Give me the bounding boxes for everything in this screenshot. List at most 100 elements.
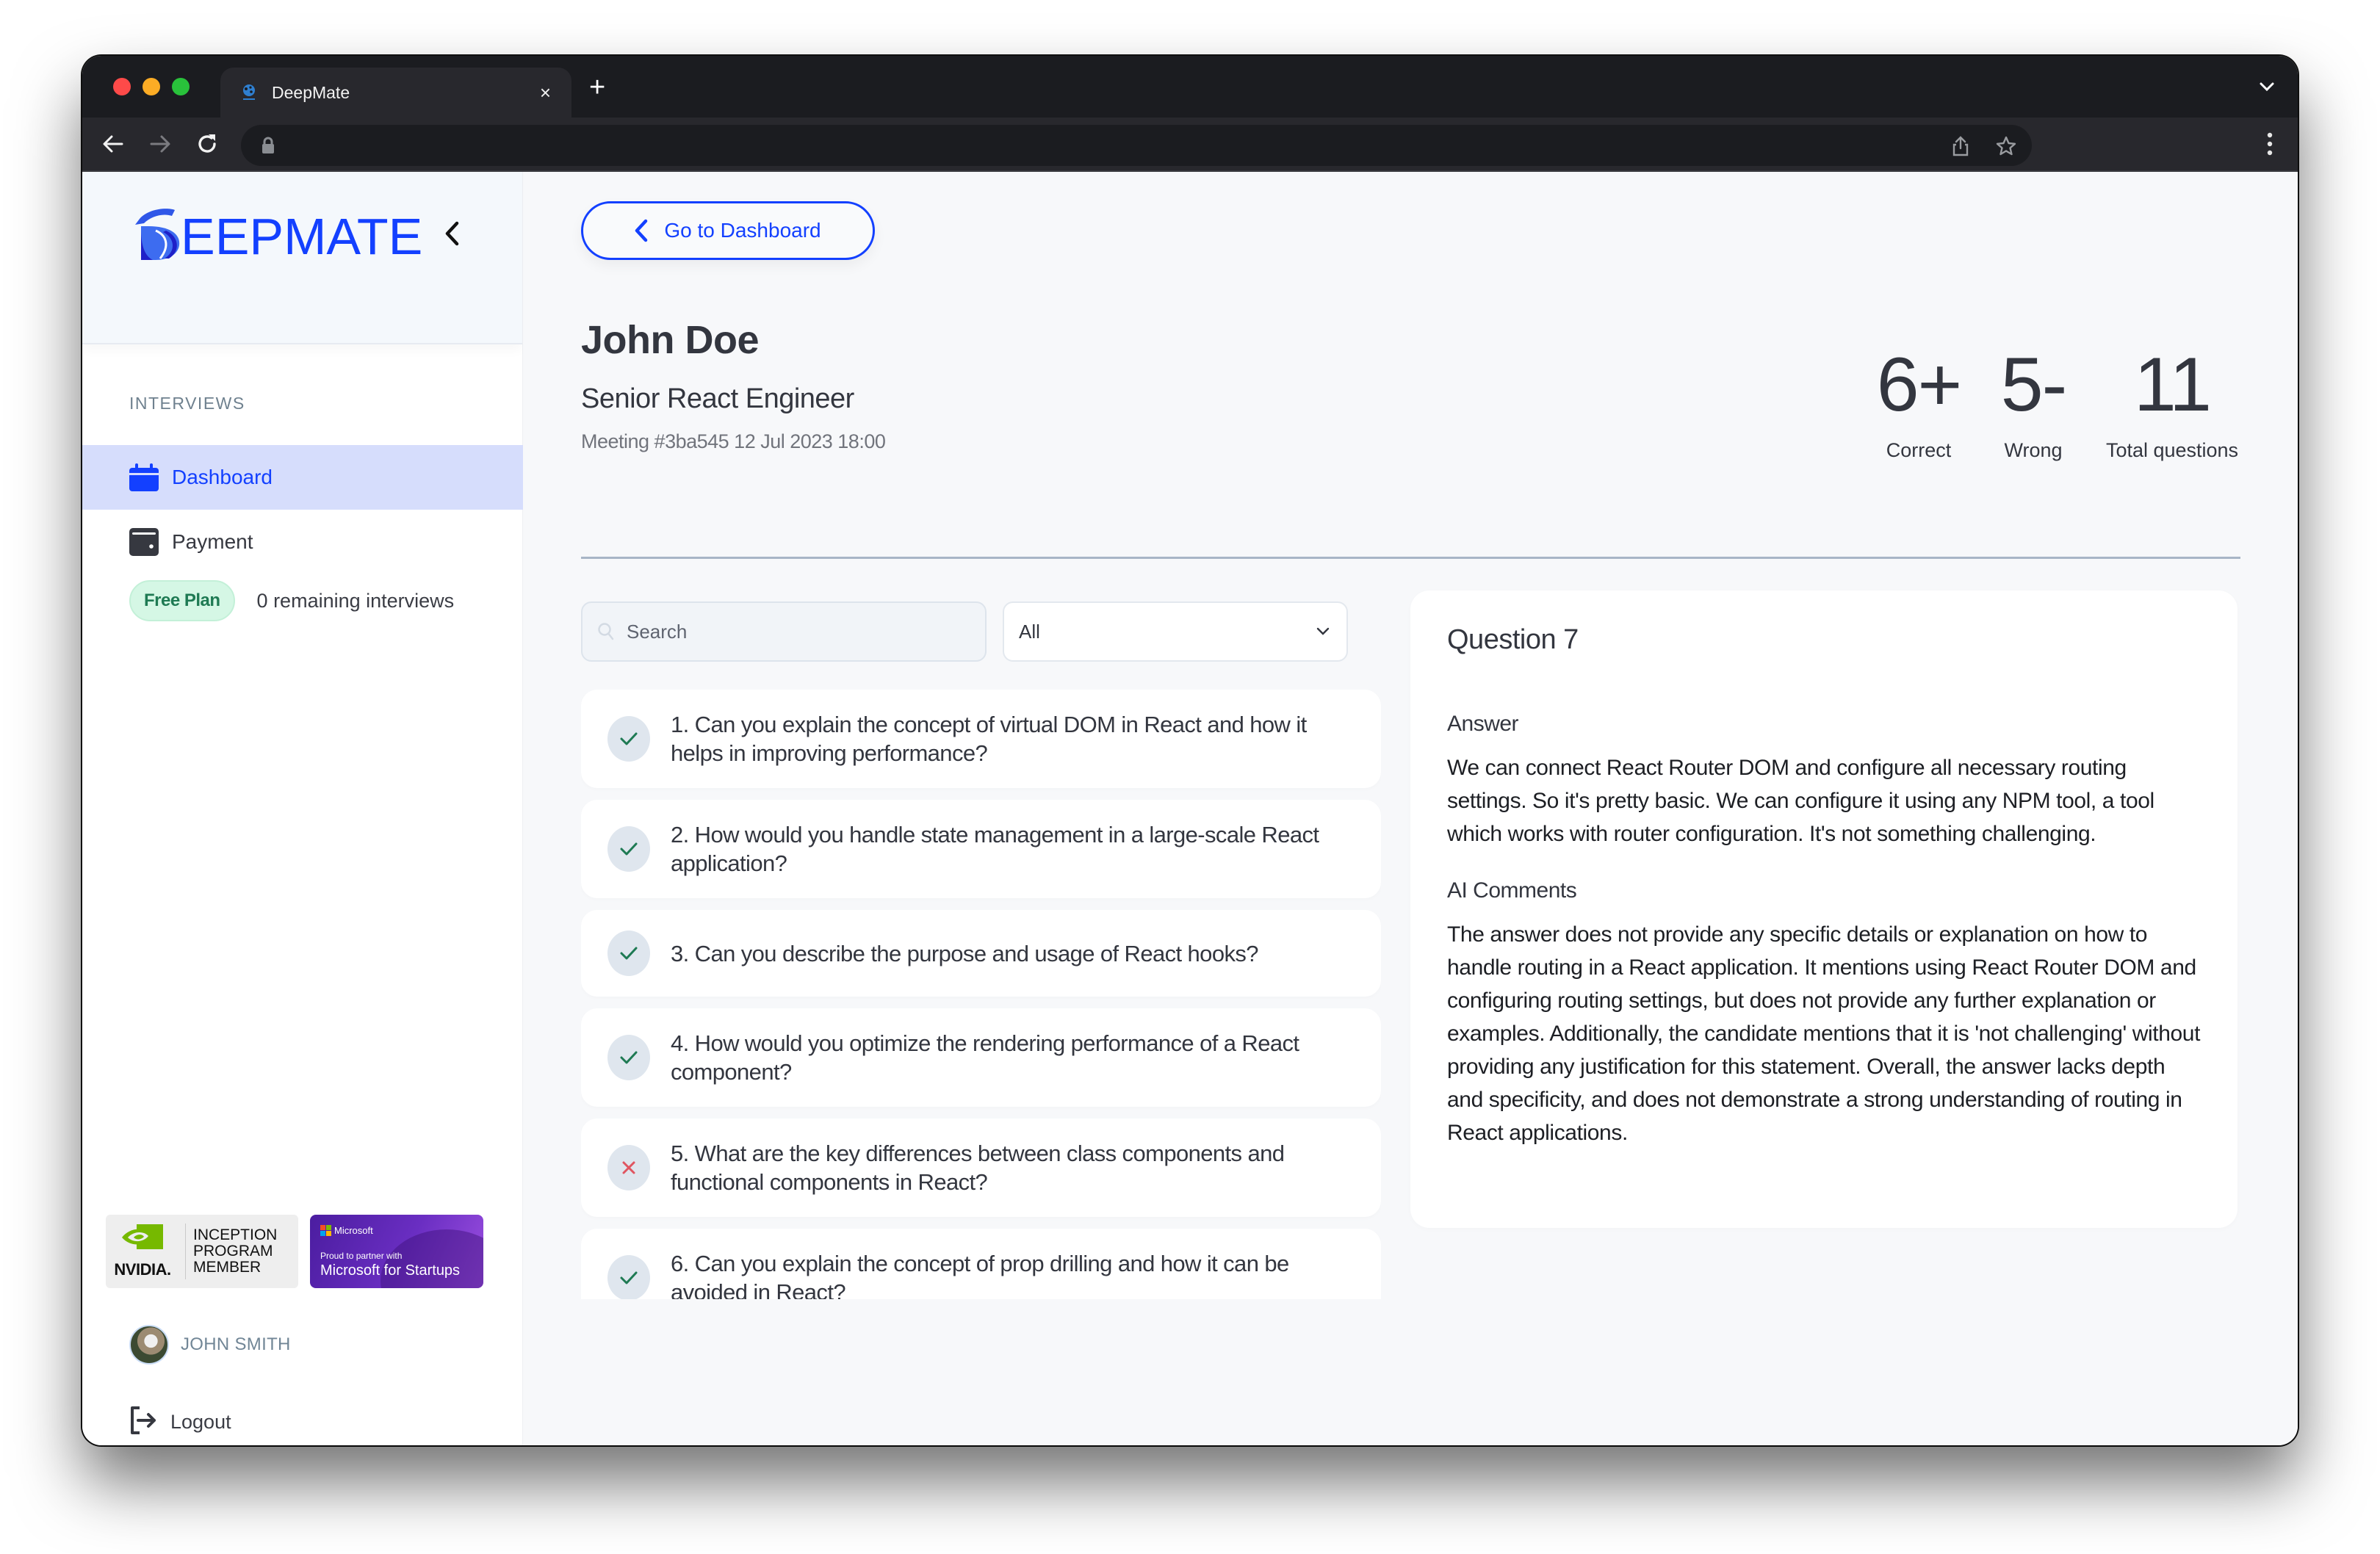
question-detail-title: Question 7 bbox=[1447, 624, 1579, 655]
chevron-down-icon bbox=[1316, 627, 1330, 635]
sidebar-item-payment[interactable]: Payment bbox=[82, 510, 523, 574]
check-icon bbox=[607, 1255, 650, 1299]
ai-comments-text: The answer does not provide any specific… bbox=[1447, 922, 2201, 1145]
stat-label: Wrong bbox=[2004, 439, 2063, 461]
browser-toolbar bbox=[82, 118, 2298, 172]
collapse-sidebar-chevron-icon[interactable] bbox=[441, 217, 463, 250]
sidebar-header: EEPMATE bbox=[82, 172, 522, 344]
stat-correct: 6+ Correct bbox=[1863, 347, 1975, 462]
remaining-interviews-text: 0 remaining interviews bbox=[256, 589, 455, 612]
tab-bar: DeepMate × + bbox=[82, 56, 2298, 118]
share-icon[interactable] bbox=[1950, 135, 1972, 157]
sidebar-item-label: Dashboard bbox=[172, 466, 273, 488]
question-text: 1. Can you explain the concept of virtua… bbox=[671, 712, 1307, 766]
question-text: 2. How would you handle state management… bbox=[671, 822, 1319, 876]
question-item[interactable]: 2. How would you handle state management… bbox=[581, 800, 1381, 898]
question-text: 6. Can you explain the concept of prop d… bbox=[671, 1251, 1289, 1299]
filter-selected-value: All bbox=[1019, 620, 1040, 643]
question-item[interactable]: 3. Can you describe the purpose and usag… bbox=[581, 910, 1381, 997]
sidebar-item-dashboard[interactable]: Dashboard bbox=[82, 445, 523, 510]
nvidia-eye-icon bbox=[122, 1224, 163, 1257]
deepmate-favicon-icon bbox=[241, 83, 257, 102]
user-name: JOHN SMITH bbox=[181, 1334, 291, 1354]
question-detail-panel: Question 7 Answer We can connect React R… bbox=[1410, 590, 2237, 1228]
search-field[interactable] bbox=[581, 601, 987, 662]
check-icon bbox=[607, 1035, 650, 1080]
sidebar-item-label: Payment bbox=[172, 530, 253, 553]
new-tab-button[interactable]: + bbox=[589, 73, 605, 101]
microsoft-startups-badge: Microsoft Proud to partner with Microsof… bbox=[310, 1215, 483, 1288]
maximize-window-button[interactable] bbox=[172, 78, 190, 95]
question-text: 5. What are the key differences between … bbox=[671, 1141, 1285, 1195]
minimize-window-button[interactable] bbox=[143, 78, 160, 95]
go-to-dashboard-label: Go to Dashboard bbox=[664, 219, 821, 242]
answer-heading: Answer bbox=[1447, 712, 1519, 736]
logout-button[interactable]: Logout bbox=[129, 1406, 231, 1439]
free-plan-badge[interactable]: Free Plan bbox=[129, 580, 235, 621]
lock-icon bbox=[262, 137, 275, 154]
chevron-left-icon bbox=[635, 219, 648, 242]
sidebar: EEPMATE INTERVIEWS Dashboard Payment Fre… bbox=[82, 172, 523, 1445]
score-stats: 6+ Correct 5- Wrong 11 Total questions bbox=[1863, 347, 2240, 462]
stat-label: Correct bbox=[1886, 439, 1952, 461]
go-to-dashboard-button[interactable]: Go to Dashboard bbox=[581, 201, 875, 260]
question-item[interactable]: 6. Can you explain the concept of prop d… bbox=[581, 1229, 1381, 1299]
nvidia-separator bbox=[185, 1224, 186, 1279]
candidate-role: Senior React Engineer bbox=[581, 383, 854, 414]
nvidia-wordmark: NVIDIA. bbox=[114, 1260, 171, 1279]
header-divider bbox=[581, 557, 2240, 559]
stat-total: 11 Total questions bbox=[2104, 347, 2240, 462]
stat-value: 5- bbox=[2000, 342, 2067, 427]
check-icon bbox=[607, 716, 650, 762]
app: EEPMATE INTERVIEWS Dashboard Payment Fre… bbox=[82, 172, 2298, 1445]
forward-arrow-icon[interactable] bbox=[147, 131, 173, 157]
back-arrow-icon[interactable] bbox=[100, 131, 126, 157]
dolphin-logo-icon bbox=[134, 209, 182, 264]
wallet-icon bbox=[129, 528, 159, 556]
deepmate-logo[interactable]: EEPMATE bbox=[134, 209, 422, 264]
close-window-button[interactable] bbox=[113, 78, 131, 95]
question-item[interactable]: 4. How would you optimize the rendering … bbox=[581, 1008, 1381, 1107]
tab-search-chevron-icon[interactable] bbox=[2257, 76, 2277, 97]
reload-icon[interactable] bbox=[194, 131, 220, 157]
stat-value: 11 bbox=[2134, 342, 2212, 427]
question-text: 3. Can you describe the purpose and usag… bbox=[671, 940, 1259, 966]
cross-icon bbox=[607, 1145, 650, 1190]
meeting-meta: Meeting #3ba545 12 Jul 2023 18:00 bbox=[581, 430, 886, 452]
microsoft-title: Microsoft for Startups bbox=[320, 1262, 461, 1279]
browser-window: DeepMate × + EEPMATE INTERVIEWS Dashboar… bbox=[82, 56, 2298, 1445]
question-text: 4. How would you optimize the rendering … bbox=[671, 1030, 1299, 1085]
address-bar[interactable] bbox=[241, 125, 2032, 166]
logout-icon bbox=[129, 1406, 159, 1439]
search-icon bbox=[598, 623, 614, 640]
answer-text: We can connect React Router DOM and conf… bbox=[1447, 756, 2154, 846]
question-item[interactable]: 5. What are the key differences between … bbox=[581, 1118, 1381, 1217]
tab-title: DeepMate bbox=[272, 82, 350, 102]
candidate-name: John Doe bbox=[581, 318, 760, 362]
check-icon bbox=[607, 930, 650, 976]
ai-comments-heading: AI Comments bbox=[1447, 878, 1577, 903]
avatar bbox=[129, 1325, 169, 1365]
question-item[interactable]: 1. Can you explain the concept of virtua… bbox=[581, 690, 1381, 788]
section-label-interviews: INTERVIEWS bbox=[129, 394, 245, 413]
logo-text: EEPMATE bbox=[181, 207, 423, 265]
search-input[interactable] bbox=[627, 620, 950, 643]
stat-label: Total questions bbox=[2105, 439, 2239, 461]
main-content: Go to Dashboard John Doe Senior React En… bbox=[523, 172, 2298, 1445]
nvidia-inception-badge: NVIDIA. INCEPTION PROGRAM MEMBER bbox=[106, 1215, 298, 1288]
tab-close-icon[interactable]: × bbox=[540, 82, 551, 104]
partner-badges: NVIDIA. INCEPTION PROGRAM MEMBER Microso… bbox=[106, 1215, 483, 1288]
calendar-icon bbox=[129, 463, 159, 491]
user-profile[interactable]: JOHN SMITH bbox=[129, 1325, 291, 1365]
logout-label: Logout bbox=[170, 1411, 231, 1433]
microsoft-logo-icon bbox=[320, 1225, 331, 1236]
browser-tab[interactable]: DeepMate × bbox=[220, 68, 571, 118]
browser-menu-icon[interactable] bbox=[2265, 131, 2274, 157]
plan-row: Free Plan 0 remaining interviews bbox=[129, 580, 454, 621]
bookmark-star-icon[interactable] bbox=[1995, 135, 2017, 157]
question-list: 1. Can you explain the concept of virtua… bbox=[581, 690, 1381, 1299]
status-filter-select[interactable]: All bbox=[1003, 601, 1348, 662]
inception-text: INCEPTION PROGRAM MEMBER bbox=[193, 1226, 278, 1276]
stat-value: 6+ bbox=[1876, 342, 1963, 427]
microsoft-tagline: Proud to partner with bbox=[320, 1251, 403, 1261]
